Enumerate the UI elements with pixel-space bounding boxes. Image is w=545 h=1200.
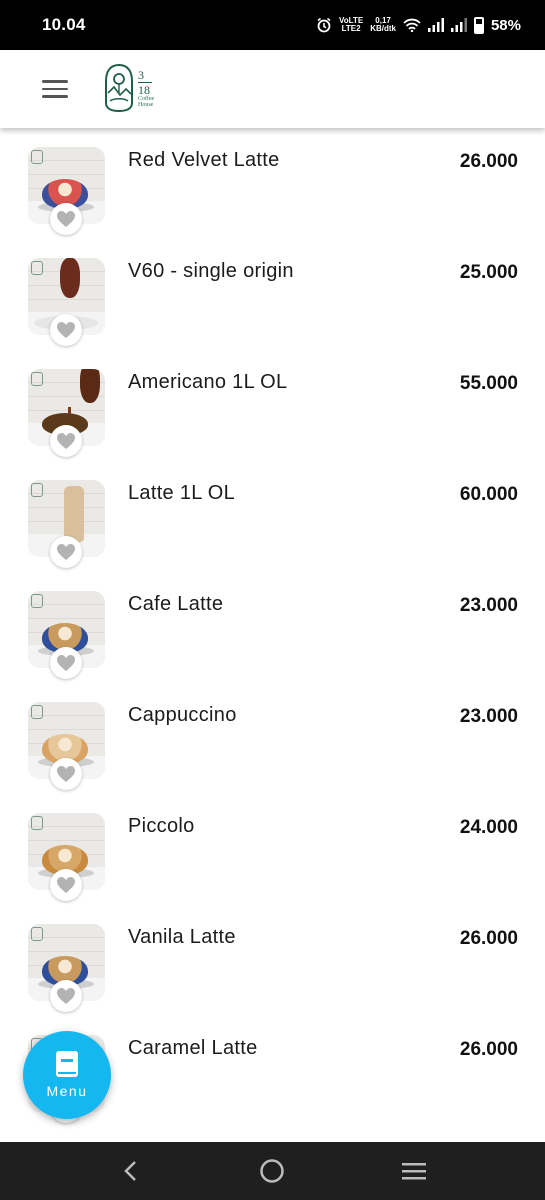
favorite-heart-icon[interactable] (50, 980, 82, 1012)
status-time: 10.04 (42, 15, 86, 34)
menu-fab-button[interactable]: Menu (23, 1031, 111, 1119)
battery-level: 58% (490, 16, 521, 34)
menu-item[interactable]: Piccolo 24.000 (0, 794, 545, 905)
system-nav-bar (0, 1142, 545, 1200)
signal-2-icon (450, 18, 467, 32)
alarm-icon (317, 17, 331, 33)
item-price: 60.000 (459, 484, 518, 505)
item-name: Red Velvet Latte (128, 149, 280, 171)
item-price: 26.000 (459, 928, 518, 949)
item-price: 24.000 (459, 817, 518, 838)
item-price: 26.000 (459, 151, 518, 172)
menu-item[interactable]: Vanila Latte 26.000 (0, 905, 545, 1016)
item-price: 25.000 (459, 262, 518, 283)
favorite-heart-icon[interactable] (50, 758, 82, 790)
item-price: 23.000 (459, 595, 518, 616)
menu-item[interactable]: V60 - single origin 25.000 (0, 239, 545, 350)
status-bar: 10.04 VoLTE LTE2 0,17 KB/dtk 58% (0, 0, 545, 50)
network-type: VoLTE LTE2 (339, 16, 364, 33)
favorite-heart-icon[interactable] (50, 425, 82, 457)
signal-1-icon (427, 18, 444, 32)
menu-item[interactable]: Cappuccino 23.000 (0, 683, 545, 794)
logo-text: 3 18 Coffee House (138, 67, 155, 108)
item-price: 55.000 (459, 373, 518, 394)
book-icon (56, 1051, 78, 1077)
menu-item[interactable]: Latte 1L OL 60.000 (0, 461, 545, 572)
item-name: Piccolo (128, 815, 195, 837)
logo-mark-icon (105, 63, 133, 113)
favorite-heart-icon[interactable] (50, 203, 82, 235)
status-icons: VoLTE LTE2 0,17 KB/dtk 58% (316, 16, 521, 34)
item-name: Caramel Latte (128, 1037, 258, 1059)
item-price: 26.000 (459, 1039, 518, 1060)
network-speed: 0,17 KB/dtk (370, 16, 396, 33)
recents-icon[interactable] (394, 1151, 434, 1191)
item-name: Cafe Latte (128, 593, 224, 615)
wifi-icon (403, 18, 421, 32)
menu-list: Red Velvet Latte 26.000 V60 - single origi… (0, 128, 545, 1142)
brand-logo[interactable]: 3 18 Coffee House (104, 62, 160, 114)
favorite-heart-icon[interactable] (50, 647, 82, 679)
favorite-heart-icon[interactable] (50, 536, 82, 568)
back-icon[interactable] (111, 1151, 151, 1191)
hamburger-icon[interactable] (42, 80, 68, 98)
item-name: Latte 1L OL (128, 482, 236, 504)
home-icon[interactable] (252, 1151, 292, 1191)
item-name: Americano 1L OL (128, 371, 288, 393)
battery-icon (473, 16, 484, 34)
menu-item[interactable]: Americano 1L OL 55.000 (0, 350, 545, 461)
favorite-heart-icon[interactable] (50, 869, 82, 901)
item-name: V60 - single origin (128, 260, 294, 282)
menu-item[interactable]: Cafe Latte 23.000 (0, 572, 545, 683)
fab-label: Menu (46, 1083, 88, 1099)
menu-item[interactable]: Red Velvet Latte 26.000 (0, 128, 545, 239)
item-name: Vanila Latte (128, 926, 236, 948)
favorite-heart-icon[interactable] (50, 314, 82, 346)
app-bar: 3 18 Coffee House (0, 50, 545, 128)
item-price: 23.000 (459, 706, 518, 727)
item-name: Cappuccino (128, 704, 237, 726)
